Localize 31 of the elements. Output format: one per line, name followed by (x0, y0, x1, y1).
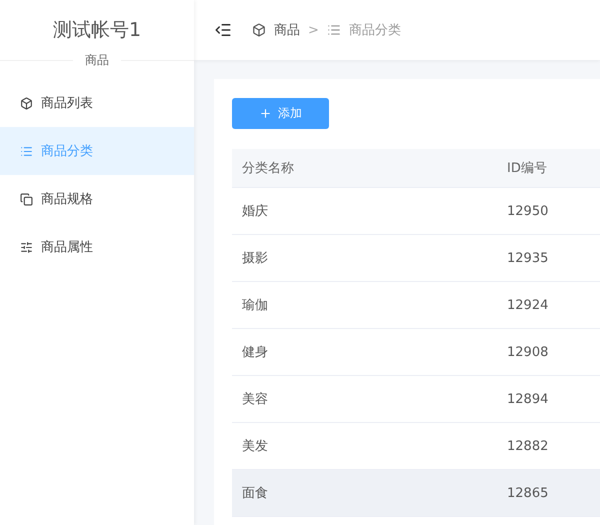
table-row[interactable]: 面食 12865 (232, 470, 600, 517)
column-header: 分类名称 (241, 160, 295, 177)
menu-item[interactable]: 商品规格 (0, 175, 194, 223)
table-cell-text: 美容 (241, 391, 269, 408)
breadcrumb-link[interactable]: 商品 (274, 21, 300, 39)
table-cell-text: 12882 (506, 438, 550, 454)
menu-item[interactable]: 商品属性 (0, 223, 194, 271)
table-cell-text: 婚庆 (241, 203, 269, 220)
table-cell-text: 12950 (506, 204, 550, 218)
list-icon (20, 144, 33, 158)
box-icon (252, 23, 266, 37)
column-header: ID编号 (506, 160, 548, 177)
table-cell-text: 12908 (506, 344, 550, 360)
box-icon (20, 96, 33, 110)
menu-item[interactable]: 商品列表 (0, 79, 194, 127)
list-icon (326, 23, 341, 37)
table-cell-text: 摄影 (241, 250, 269, 267)
table-cell-text: 12894 (506, 392, 550, 406)
table-cell-text: 瑜伽 (241, 297, 269, 314)
table-cell-text: 12924 (506, 298, 550, 312)
plus-icon (259, 107, 272, 120)
table-cell-text: 美发 (241, 438, 269, 455)
sliders-icon (20, 240, 33, 254)
table-cell-text: 健身 (241, 344, 269, 361)
table-cell-text: 面食 (241, 485, 269, 502)
account-title: 测试帐号1 (52, 18, 142, 43)
table-cell-text: 12935 (506, 250, 550, 266)
menu-icon[interactable] (214, 21, 232, 39)
copy-icon (20, 192, 33, 206)
breadcrumb-separator: > (308, 22, 319, 38)
table-cell-text: 12865 (506, 486, 550, 500)
